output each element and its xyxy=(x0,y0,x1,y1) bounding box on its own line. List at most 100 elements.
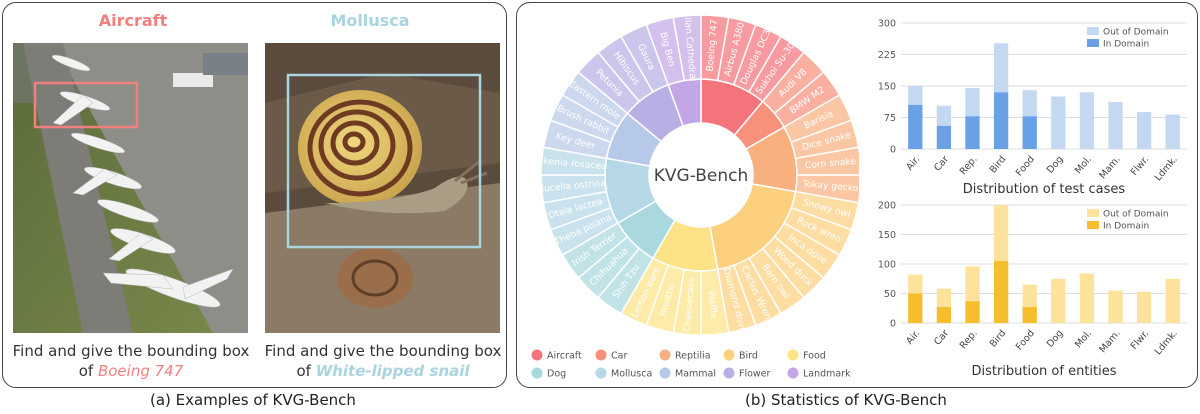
legend-label-dog: Dog xyxy=(547,369,566,380)
legend-label-landmark: Landmark xyxy=(803,369,851,380)
x-tick-label: Rep. xyxy=(958,154,980,177)
legend-swatch-out-of-domain xyxy=(1087,209,1099,217)
x-tick-label: Air. xyxy=(904,328,922,347)
legend-label-flower: Flower xyxy=(739,369,771,380)
legend-swatch-car xyxy=(595,349,607,361)
bar-out-of-domain-bird xyxy=(993,43,1009,93)
mollusca-title: Mollusca xyxy=(330,11,410,30)
bar-out-of-domain-mol xyxy=(1079,273,1095,323)
x-tick-label: Ldmk. xyxy=(1153,328,1180,357)
x-tick-label: Flwr. xyxy=(1129,328,1152,352)
x-tick-label: Bird xyxy=(988,328,1009,350)
chart-title: Distribution of entities xyxy=(971,364,1116,379)
x-tick-label: Mol. xyxy=(1073,328,1094,350)
bar-in-domain-car xyxy=(936,125,952,149)
legend-label-aircraft: Aircraft xyxy=(547,351,582,362)
bar-out-of-domain-flwr xyxy=(1136,291,1152,323)
legend-label-in-domain: In Domain xyxy=(1103,40,1149,50)
x-tick-label: Mol. xyxy=(1073,154,1094,176)
bar-in-domain-bird xyxy=(993,261,1009,323)
caption-a: (a) Examples of KVG-Bench xyxy=(150,391,356,409)
legend-label-reptilia: Reptilia xyxy=(675,351,711,362)
bar-out-of-domain-car xyxy=(936,105,952,126)
snail-query-target: White-lipped snail xyxy=(315,362,470,380)
bar-out-of-domain-mam xyxy=(1108,290,1123,323)
legend-swatch-bird xyxy=(723,349,735,361)
snail-query-of: of xyxy=(296,362,316,380)
aircraft-title: Aircraft xyxy=(98,11,168,30)
x-tick-label: Air. xyxy=(904,154,922,173)
y-tick-label: 225 xyxy=(878,50,896,61)
sunburst-chart: Boeing 747 Airbus A380Douglas DC3Sukhoi S… xyxy=(531,9,859,380)
y-tick-label: 50 xyxy=(884,289,896,300)
bar-out-of-domain-food xyxy=(1022,90,1037,117)
x-tick-label: Flwr. xyxy=(1129,154,1152,178)
legend-swatch-dog xyxy=(531,367,543,379)
snail-query: Find and give the bounding box of White-… xyxy=(263,341,503,381)
bar-in-domain-food xyxy=(1022,307,1037,323)
bar-out-of-domain-air xyxy=(908,274,923,294)
y-tick-label: 75 xyxy=(884,113,896,124)
legend-label-out-of-domain: Out of Domain xyxy=(1103,210,1169,220)
caption-b: (b) Statistics of KVG-Bench xyxy=(745,391,947,409)
bar-in-domain-bird xyxy=(993,92,1009,149)
legend-label-mollusca: Mollusca xyxy=(611,369,652,380)
legend-swatch-out-of-domain xyxy=(1087,27,1099,35)
bar-out-of-domain-car xyxy=(936,288,952,308)
legend-swatch-reptilia xyxy=(659,349,671,361)
legend-swatch-in-domain xyxy=(1087,221,1099,229)
bar-out-of-domain-food xyxy=(1022,284,1037,308)
x-tick-label: Mam. xyxy=(1097,328,1122,355)
y-tick-label: 200 xyxy=(878,201,896,212)
bar-out-of-domain-rep xyxy=(965,88,980,117)
aircraft-image xyxy=(13,43,248,333)
bar-out-of-domain-rep xyxy=(965,266,980,302)
bar-in-domain-rep xyxy=(965,116,980,149)
legend-swatch-flower xyxy=(723,367,735,379)
bar-out-of-domain-mol xyxy=(1079,92,1095,149)
x-tick-label: Car xyxy=(932,328,951,348)
bar-out-of-domain-ldmk xyxy=(1165,114,1180,149)
x-tick-label: Rep. xyxy=(958,328,980,351)
legend-label-bird: Bird xyxy=(739,351,758,362)
y-tick-label: 0 xyxy=(890,145,896,156)
bar-in-domain-air xyxy=(908,104,923,149)
bar-out-of-domain-mam xyxy=(1108,101,1123,149)
legend-label-out-of-domain: Out of Domain xyxy=(1103,28,1169,38)
y-tick-label: 0 xyxy=(890,319,896,330)
x-tick-label: Mam. xyxy=(1097,154,1122,181)
x-tick-label: Dog xyxy=(1045,154,1066,176)
examples-panel: Aircraft Mollusca Find and give the boun… xyxy=(2,2,507,388)
bar-out-of-domain-dog xyxy=(1051,96,1066,149)
bar-out-of-domain-air xyxy=(908,86,923,105)
bar-in-domain-air xyxy=(908,293,923,323)
aircraft-query-target: Boeing 747 xyxy=(97,362,184,380)
aircraft-query-prefix: Find and give the bounding box xyxy=(12,342,250,360)
bar-out-of-domain-flwr xyxy=(1136,112,1152,149)
snail-image xyxy=(265,43,500,333)
legend-swatch-mammal xyxy=(659,367,671,379)
bar-in-domain-food xyxy=(1022,116,1037,149)
legend-swatch-aircraft xyxy=(531,349,543,361)
y-tick-label: 300 xyxy=(878,19,896,30)
x-tick-label: Car xyxy=(932,154,951,174)
x-tick-label: Food xyxy=(1014,154,1037,179)
snail-query-prefix: Find and give the bounding box xyxy=(264,342,502,360)
legend-swatch-food xyxy=(787,349,799,361)
legend-label-mammal: Mammal xyxy=(675,369,716,380)
x-tick-label: Dog xyxy=(1045,328,1066,350)
bar-out-of-domain-dog xyxy=(1051,278,1066,323)
x-tick-label: Bird xyxy=(988,154,1009,176)
aircraft-query: Find and give the bounding box of Boeing… xyxy=(11,341,251,381)
bar-in-domain-car xyxy=(936,307,952,323)
test-cases-bar-chart: 0 75 150 225 300 Air. Car Rep. Bird Food Dog Mol. Ma… xyxy=(878,19,1187,197)
y-tick-label: 100 xyxy=(878,260,896,271)
aircraft-query-of: of xyxy=(78,362,98,380)
legend-swatch-landmark xyxy=(787,367,799,379)
legend-label-in-domain: In Domain xyxy=(1103,222,1149,232)
bar-out-of-domain-bird xyxy=(993,205,1009,262)
sunburst-center-label: KVG-Bench xyxy=(654,166,749,186)
legend-label-car: Car xyxy=(611,351,627,362)
legend-swatch-mollusca xyxy=(595,367,607,379)
bar-out-of-domain-ldmk xyxy=(1165,278,1180,323)
